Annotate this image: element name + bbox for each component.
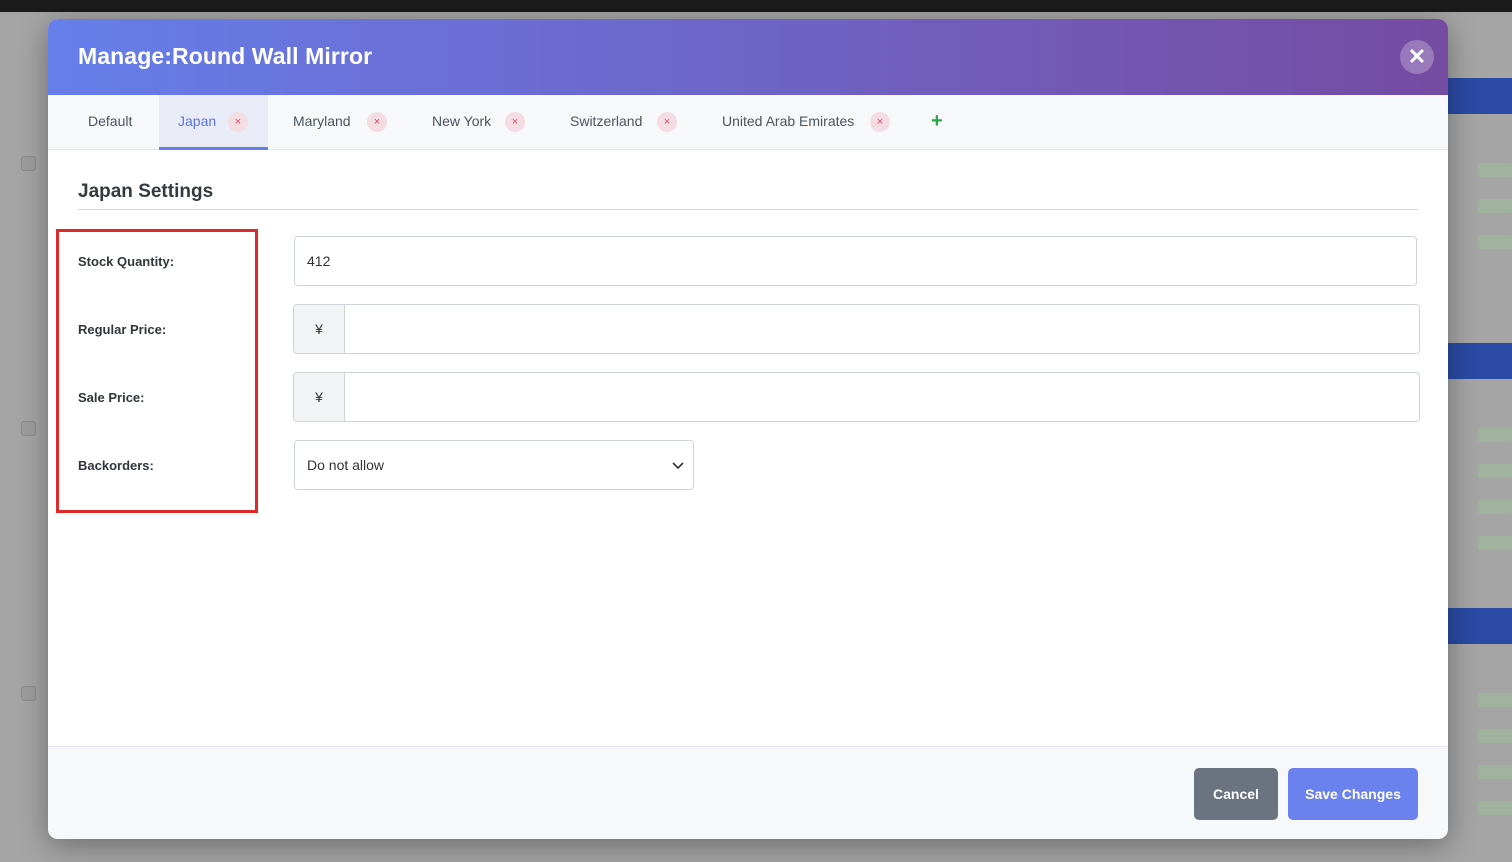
cancel-button[interactable]: Cancel [1194, 768, 1278, 820]
background-manage-button [1448, 78, 1512, 114]
background-status-pill [1478, 235, 1512, 249]
background-row-checkbox [21, 686, 36, 701]
tab-label: New York [432, 113, 492, 129]
stock-quantity-input[interactable]: 412 [294, 236, 1417, 286]
backorders-select[interactable]: Do not allow [294, 440, 694, 490]
tab-label: Switzerland [570, 113, 643, 129]
modal-title: Manage:Round Wall Mirror [78, 43, 373, 69]
modal-footer: Cancel Save Changes [48, 746, 1448, 839]
stock-quantity-label: Stock Quantity: [78, 254, 175, 269]
sale-price-label: Sale Price: [78, 390, 145, 405]
remove-tab-japan-icon[interactable]: × [228, 112, 248, 132]
tab-japan[interactable]: Japan [159, 95, 268, 150]
currency-prefix: ¥ [294, 373, 345, 421]
close-icon[interactable]: ✕ [1400, 40, 1434, 74]
background-status-pill [1478, 428, 1512, 442]
tab-maryland[interactable]: Maryland [293, 95, 413, 150]
remove-tab-maryland-icon[interactable]: × [367, 112, 387, 132]
background-row-checkbox [21, 156, 36, 171]
location-tabs: Default Japan × Maryland × New York × Sw… [48, 95, 1448, 150]
section-title: Japan Settings [78, 181, 214, 202]
background-status-pill [1478, 765, 1512, 779]
save-changes-button[interactable]: Save Changes [1288, 768, 1418, 820]
tab-label: United Arab Emirates [722, 113, 855, 129]
tab-label: Japan [178, 113, 217, 129]
tab-switzerland[interactable]: Switzerland [570, 95, 700, 150]
background-status-pill [1478, 729, 1512, 743]
tab-new-york[interactable]: New York [432, 95, 547, 150]
section-divider [78, 209, 1418, 210]
sale-price-group: ¥ [293, 372, 1420, 422]
regular-price-input[interactable] [346, 305, 1419, 353]
background-status-pill [1478, 693, 1512, 707]
remove-tab-switzerland-icon[interactable]: × [657, 112, 677, 132]
add-tab-icon[interactable]: + [931, 110, 943, 133]
remove-tab-united-arab-emirates-icon[interactable]: × [870, 112, 890, 132]
background-topbar [0, 0, 1512, 12]
regular-price-group: ¥ [293, 304, 1420, 354]
background-status-pill [1478, 163, 1512, 177]
background-manage-button [1448, 608, 1512, 644]
sale-price-input[interactable] [346, 373, 1419, 421]
background-manage-button [1448, 343, 1512, 379]
background-row-checkbox [21, 421, 36, 436]
chevron-down-icon [672, 462, 684, 470]
background-status-pill [1478, 464, 1512, 478]
backorders-label: Backorders: [78, 458, 154, 473]
manage-product-modal: Manage:Round Wall Mirror ✕ Default Japan… [48, 19, 1448, 839]
background-status-pill [1478, 801, 1512, 815]
background-status-pill [1478, 500, 1512, 514]
regular-price-label: Regular Price: [78, 322, 167, 337]
tab-label: Default [88, 113, 133, 129]
background-status-pill [1478, 199, 1512, 213]
currency-prefix: ¥ [294, 305, 345, 353]
backorders-selected-value: Do not allow [307, 457, 385, 473]
remove-tab-new-york-icon[interactable]: × [505, 112, 525, 132]
tab-default[interactable]: Default [48, 95, 159, 150]
tab-label: Maryland [293, 113, 351, 129]
modal-header: Manage:Round Wall Mirror ✕ [48, 19, 1448, 95]
background-status-pill [1478, 536, 1512, 550]
